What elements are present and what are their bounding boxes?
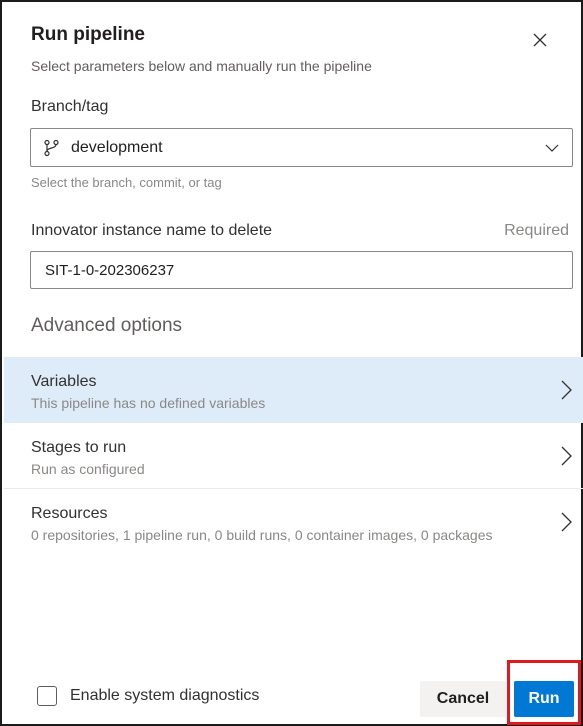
branch-label: Branch/tag — [31, 98, 109, 115]
close-button[interactable] — [527, 27, 553, 53]
variables-title: Variables — [31, 373, 97, 390]
instance-label: Innovator instance name to delete — [31, 222, 273, 239]
branch-value: development — [71, 138, 163, 156]
resources-title: Resources — [31, 505, 108, 522]
stages-row[interactable]: Stages to run Run as configured — [4, 423, 583, 489]
diagnostics-label: Enable system diagnostics — [70, 687, 260, 704]
stages-subtitle: Run as configured — [31, 461, 145, 477]
run-button[interactable]: Run — [514, 681, 574, 717]
branch-dropdown[interactable]: development — [30, 128, 573, 167]
branch-icon — [43, 139, 61, 157]
instance-name-input[interactable] — [30, 251, 573, 289]
branch-hint: Select the branch, commit, or tag — [31, 175, 222, 190]
stages-title: Stages to run — [31, 439, 127, 456]
run-pipeline-panel: Run pipeline Select parameters below and… — [0, 0, 583, 726]
dialog-subtitle: Select parameters below and manually run… — [31, 58, 372, 74]
required-indicator: Required — [504, 222, 569, 239]
resources-subtitle: 0 repositories, 1 pipeline run, 0 build … — [31, 527, 493, 543]
close-icon — [533, 33, 547, 47]
resources-row[interactable]: Resources 0 repositories, 1 pipeline run… — [4, 489, 583, 555]
variables-subtitle: This pipeline has no defined variables — [31, 395, 266, 411]
variables-row[interactable]: Variables This pipeline has no defined v… — [4, 357, 583, 423]
dialog-title: Run pipeline — [31, 24, 145, 45]
cancel-button[interactable]: Cancel — [420, 681, 506, 717]
chevron-right-icon — [559, 445, 573, 467]
chevron-right-icon — [559, 379, 573, 401]
chevron-down-icon — [544, 140, 560, 156]
diagnostics-checkbox[interactable] — [37, 686, 57, 706]
diagnostics-checkbox-wrap[interactable]: Enable system diagnostics — [37, 686, 259, 706]
chevron-right-icon — [559, 511, 573, 533]
advanced-options-heading: Advanced options — [31, 315, 183, 336]
